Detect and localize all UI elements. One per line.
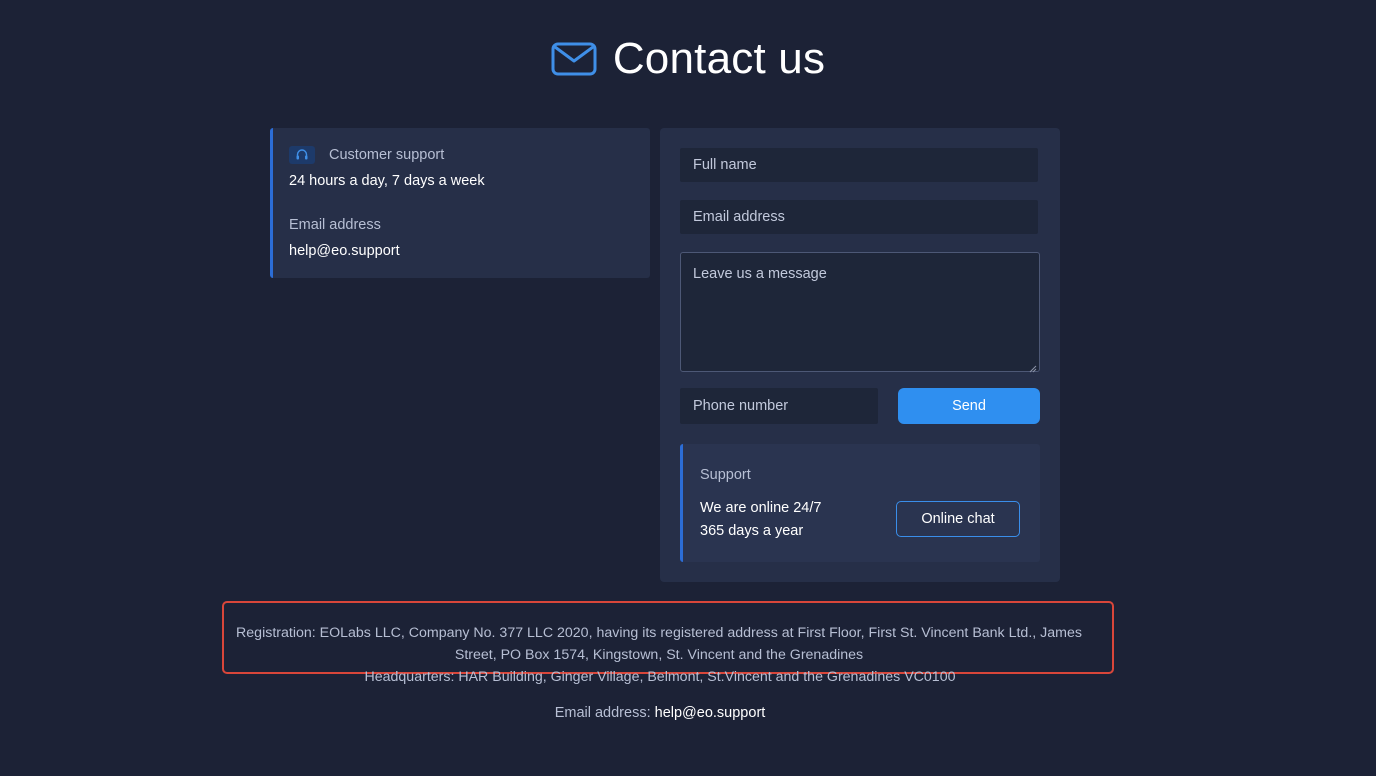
- email-label: Email address: [289, 217, 381, 233]
- page-header: Contact us: [0, 34, 1376, 84]
- customer-support-row: Customer support: [289, 146, 444, 164]
- full-name-input[interactable]: Full name: [680, 148, 1038, 182]
- email-input[interactable]: Email address: [680, 200, 1038, 234]
- message-textarea[interactable]: Leave us a message: [680, 252, 1040, 373]
- contact-form-card: Full name Email address Leave us a messa…: [660, 128, 1060, 582]
- online-days-line: 365 days a year: [700, 523, 804, 539]
- footer-email-label: Email address:: [554, 705, 651, 721]
- send-button[interactable]: Send: [898, 388, 1040, 424]
- support-label: Support: [700, 467, 751, 483]
- contact-page: Contact us Customer support 24 hours a d…: [0, 0, 1376, 776]
- online-hours-line: We are online 24/7: [700, 500, 822, 516]
- email-placeholder: Email address: [693, 209, 785, 225]
- footer-email: Email address: help@eo.support: [0, 705, 1320, 721]
- support-hours: 24 hours a day, 7 days a week: [289, 173, 485, 189]
- phone-placeholder: Phone number: [693, 398, 789, 414]
- full-name-placeholder: Full name: [693, 157, 757, 173]
- phone-input[interactable]: Phone number: [680, 388, 878, 424]
- customer-support-label: Customer support: [329, 147, 445, 163]
- resize-handle-icon[interactable]: [1029, 361, 1037, 373]
- online-support-card: Support We are online 24/7 365 days a ye…: [680, 444, 1040, 562]
- headquarters-text: Headquarters: HAR Building, Ginger Villa…: [364, 669, 956, 685]
- support-info-card: Customer support 24 hours a day, 7 days …: [270, 128, 650, 278]
- headset-icon: [289, 146, 315, 164]
- footer-email-link[interactable]: help@eo.support: [655, 705, 766, 721]
- support-email[interactable]: help@eo.support: [289, 243, 400, 259]
- page-title: Contact us: [612, 34, 826, 83]
- envelope-icon: [551, 42, 597, 76]
- online-chat-button[interactable]: Online chat: [896, 501, 1020, 537]
- registration-text: Registration: EOLabs LLC, Company No. 37…: [236, 625, 1082, 663]
- message-placeholder: Leave us a message: [693, 266, 827, 282]
